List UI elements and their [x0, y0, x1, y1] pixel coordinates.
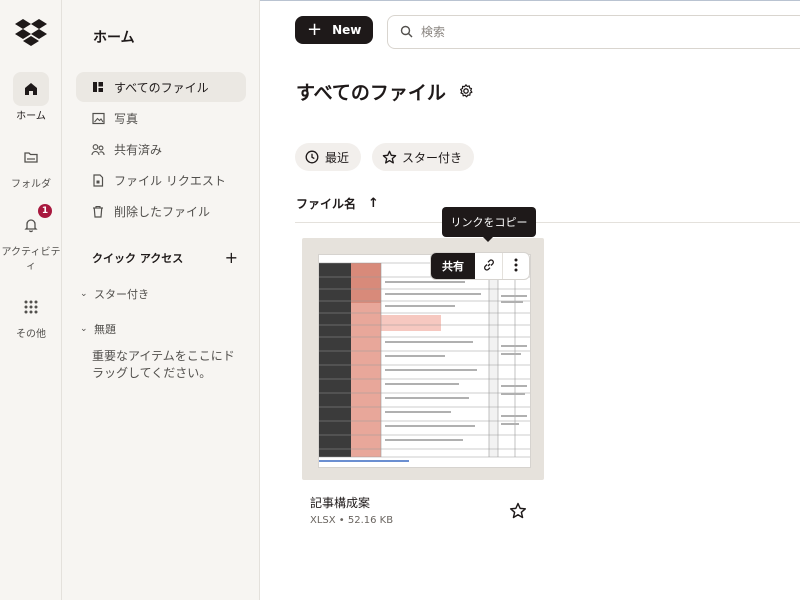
sidebar-item-label: 写真 [114, 111, 139, 126]
all-files-icon [90, 79, 106, 95]
copy-link-tooltip: リンクをコピー [442, 207, 536, 242]
more-options-button[interactable] [503, 253, 529, 279]
gear-icon[interactable] [458, 83, 474, 99]
rail-item-folders[interactable]: フォルダ [0, 140, 62, 192]
header-divider [295, 222, 800, 223]
file-name[interactable]: 記事構成案 [310, 494, 370, 511]
sidebar-item-label: 削除したファイル [114, 204, 211, 219]
new-button-label: New [332, 23, 362, 37]
spreadsheet-preview[interactable] [318, 254, 531, 468]
sidebar-item-photos[interactable]: 写真 [76, 103, 246, 133]
file-meta: XLSX • 52.16 KB [310, 515, 394, 526]
quick-access-group-untitled[interactable]: ⌄ 無題 [80, 321, 116, 337]
name-column-header[interactable]: ファイル名 ↑ [296, 195, 379, 212]
star-icon[interactable] [509, 502, 527, 520]
sort-ascending-icon: ↑ [368, 196, 379, 211]
search-input[interactable] [421, 25, 721, 39]
folder-icon [13, 140, 49, 174]
quick-access-group-label: 無題 [94, 323, 116, 336]
sidebar-item-deleted-files[interactable]: 削除したファイル [76, 196, 246, 226]
search-icon [400, 23, 413, 42]
home-icon [13, 72, 49, 106]
quick-access-group-starred[interactable]: ⌄ スター付き [80, 286, 149, 302]
more-vertical-icon [514, 257, 518, 276]
quick-access-group-label: スター付き [94, 288, 149, 301]
chevron-down-icon: ⌄ [80, 289, 88, 299]
filter-chip-label: 最近 [325, 150, 350, 165]
clock-icon [305, 149, 321, 165]
sidebar-item-shared[interactable]: 共有済み [76, 134, 246, 164]
add-quick-access-button[interactable]: + [225, 250, 238, 266]
rail-item-home[interactable]: ホーム [0, 72, 62, 124]
rail-item-label: フォルダ [11, 179, 51, 190]
sidebar-item-label: ファイル リクエスト [114, 173, 226, 188]
new-button[interactable]: + New [295, 16, 373, 44]
star-icon [382, 149, 398, 165]
rail-item-label: アクティビティ [1, 247, 61, 272]
file-action-bar: 共有 [430, 252, 530, 280]
grid-icon [13, 290, 49, 324]
rail-item-label: ホーム [16, 111, 46, 122]
dropbox-logo-icon[interactable] [14, 18, 48, 48]
sidebar-title: ホーム [93, 30, 135, 46]
filter-chip-label: スター付き [402, 150, 463, 165]
sidebar-item-label: 共有済み [114, 142, 163, 157]
shared-icon [90, 141, 106, 157]
column-header-label: ファイル名 [296, 197, 357, 211]
chevron-down-icon: ⌄ [80, 324, 88, 334]
copy-link-button[interactable] [475, 253, 503, 279]
share-button[interactable]: 共有 [431, 253, 475, 279]
notification-badge: 1 [38, 204, 52, 218]
sidebar-item-file-requests[interactable]: ファイル リクエスト [76, 165, 246, 195]
rail-item-more[interactable]: その他 [0, 290, 62, 342]
file-request-icon [90, 172, 106, 188]
quick-access-header: クイック アクセス + [92, 250, 238, 266]
page-title: すべてのファイル [296, 82, 446, 104]
filter-chip-recent[interactable]: 最近 [295, 143, 362, 171]
filter-chip-starred[interactable]: スター付き [372, 143, 475, 171]
trash-icon [90, 203, 106, 219]
sidebar-item-label: すべてのファイル [114, 80, 209, 95]
rail-item-activity[interactable]: 1 アクティビティ [0, 204, 62, 274]
photo-icon [90, 110, 106, 126]
sidebar: ホーム すべてのファイル 写真 共有済み ファイル リクエスト 削除したファイル… [62, 0, 260, 600]
app-rail: ホーム フォルダ 1 アクティビティ その他 [0, 0, 62, 600]
quick-access-heading: クイック アクセス [92, 252, 184, 265]
plus-icon: + [307, 19, 323, 40]
quick-access-drag-hint: 重要なアイテムをここにドラッグしてください。 [92, 349, 235, 380]
search-bar[interactable] [387, 15, 800, 49]
sidebar-item-all-files[interactable]: すべてのファイル [76, 72, 246, 102]
link-icon [482, 257, 496, 276]
rail-item-label: その他 [16, 329, 46, 340]
